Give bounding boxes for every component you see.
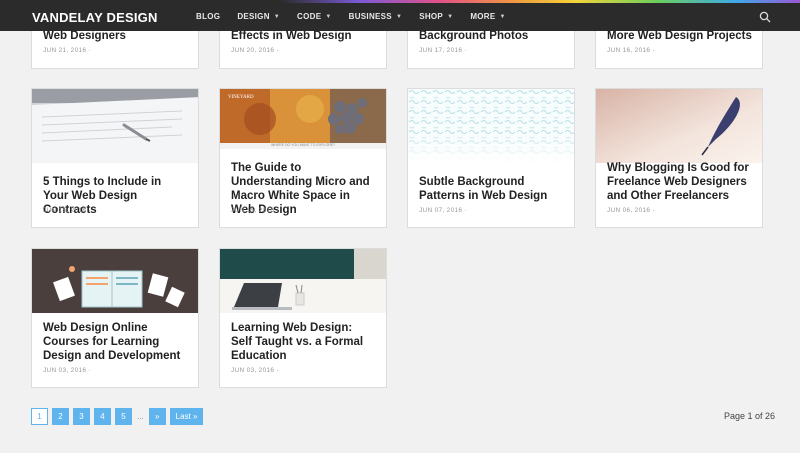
nav-item-code[interactable]: CODE ▼ (297, 12, 332, 21)
post-thumbnail-pattern[interactable] (408, 89, 574, 163)
page-count-label: Page 1 of 26 (723, 411, 775, 421)
post-card[interactable]: Learning Web Design: Self Taught vs. a F… (219, 248, 387, 388)
post-title[interactable]: Effects in Web Design (231, 29, 376, 43)
post-date: JUN 17, 2016 · (419, 47, 467, 54)
post-thumbnail-courses[interactable] (32, 249, 198, 313)
next-page-button[interactable]: » (148, 408, 166, 425)
page-2-button[interactable]: 2 (52, 408, 69, 425)
post-card[interactable]: Why Blogging Is Good for Freelance Web D… (595, 88, 763, 228)
post-thumbnail-quill[interactable] (596, 89, 762, 163)
main-nav: BLOG DESIGN ▼ CODE ▼ BUSINESS ▼ SHOP ▼ MORE ▼ (196, 12, 523, 21)
post-title[interactable]: Subtle Background Patterns in Web Design (419, 175, 564, 203)
caret-down-icon: ▼ (273, 13, 281, 20)
post-title[interactable]: Why Blogging Is Good for Freelance Web D… (607, 161, 752, 203)
nav-item-design[interactable]: DESIGN ▼ (237, 12, 280, 21)
page-1-button[interactable]: 1 (31, 408, 48, 425)
nav-item-shop[interactable]: SHOP ▼ (419, 12, 453, 21)
post-date: JUN 07, 2016 · (419, 207, 467, 214)
post-title[interactable]: Learning Web Design: Self Taught vs. a F… (231, 321, 376, 363)
post-title[interactable]: Web Design Online Courses for Learning D… (43, 321, 188, 363)
post-thumbnail-vineyard[interactable]: VINEYARD WHERE DO YOU WANT TO EXPLORE? (220, 89, 386, 149)
caret-down-icon: ▼ (395, 13, 403, 20)
post-thumbnail-laptop[interactable] (220, 249, 386, 313)
nav-item-more[interactable]: MORE ▼ (470, 12, 505, 21)
post-thumbnail-contract[interactable] (32, 89, 198, 163)
post-date: JUN 20, 2016 · (231, 47, 279, 54)
site-logo[interactable]: VANDELAY DESIGN (32, 10, 158, 25)
post-date: JUN 15, 2016 · (231, 207, 279, 214)
page-5-button[interactable]: 5 (115, 408, 132, 425)
post-date: JUN 03, 2016 · (43, 367, 91, 374)
post-date: JUN 16, 2016 · (607, 47, 655, 54)
last-page-button[interactable]: Last » (169, 408, 204, 425)
post-date: JUN 03, 2016 · (231, 367, 279, 374)
pagination-ellipsis: ... (137, 412, 144, 421)
pagination: 1 2 3 4 5 ... » Last » (31, 408, 207, 425)
post-title[interactable]: Background Photos (419, 29, 564, 43)
nav-item-blog[interactable]: BLOG (196, 12, 220, 21)
search-icon[interactable] (759, 10, 771, 23)
post-card[interactable]: VINEYARD WHERE DO YOU WANT TO EXPLORE? T… (219, 88, 387, 228)
post-card[interactable]: 5 Things to Include in Your Web Design C… (31, 88, 199, 228)
post-card[interactable]: Web Design Online Courses for Learning D… (31, 248, 199, 388)
post-date: JUN 15, 2016 · (43, 207, 91, 214)
caret-down-icon: ▼ (447, 13, 454, 20)
post-title[interactable]: Web Designers (43, 29, 188, 43)
top-navigation-bar: VANDELAY DESIGN BLOG DESIGN ▼ CODE ▼ BUSIN… (0, 0, 800, 31)
post-title[interactable]: More Web Design Projects (607, 29, 752, 43)
post-date: JUN 06, 2016 · (607, 207, 655, 214)
page-4-button[interactable]: 4 (94, 408, 111, 425)
thumbnail-brand-label: VINEYARD (228, 95, 254, 100)
color-stripe (0, 0, 800, 3)
caret-down-icon: ▼ (499, 13, 506, 20)
nav-item-business[interactable]: BUSINESS ▼ (349, 12, 403, 21)
post-date: JUN 21, 2016 · (43, 47, 91, 54)
page-3-button[interactable]: 3 (73, 408, 90, 425)
post-card[interactable]: Subtle Background Patterns in Web Design… (407, 88, 575, 228)
caret-down-icon: ▼ (325, 13, 332, 20)
thumbnail-caption: WHERE DO YOU WANT TO EXPLORE? (271, 143, 335, 147)
